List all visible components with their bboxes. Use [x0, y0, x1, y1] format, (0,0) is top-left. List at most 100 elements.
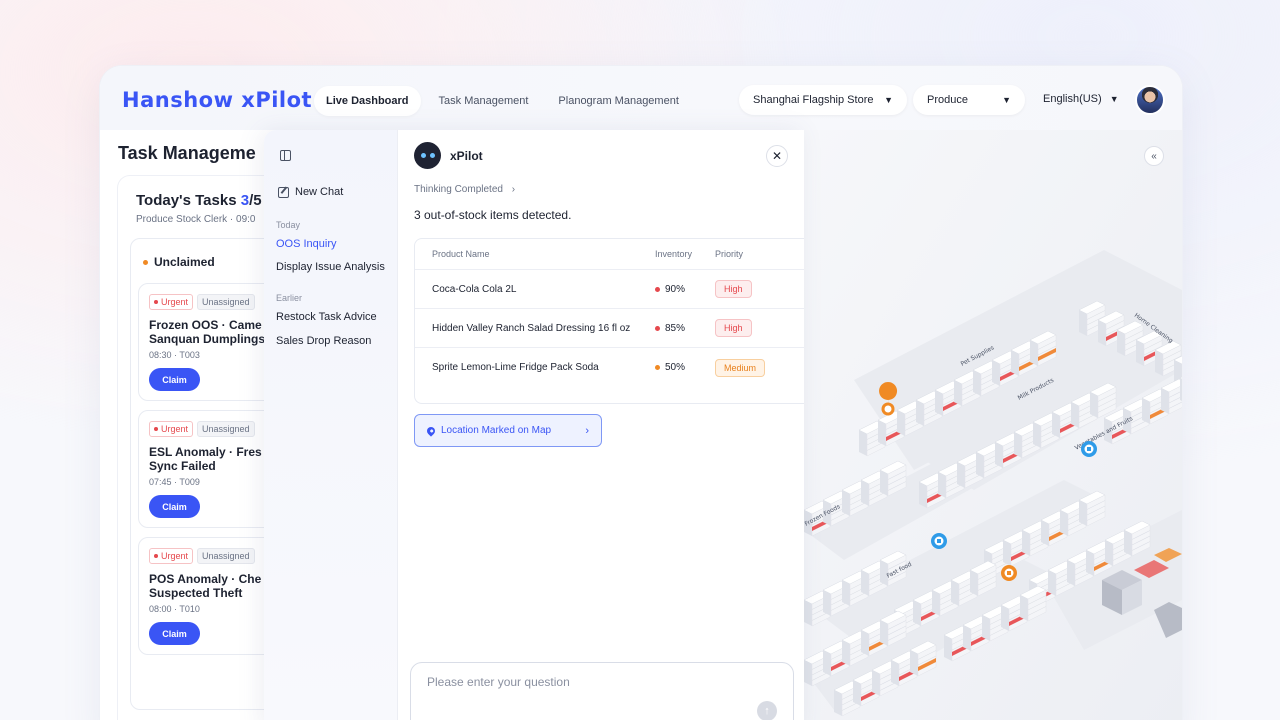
tasks-heading: Today's Tasks 3/5 [136, 192, 262, 209]
shelf-unit [872, 670, 880, 696]
shelf-unit [1086, 550, 1094, 576]
priority-badge: High [715, 319, 752, 337]
edit-icon [278, 186, 289, 198]
shelf-unit [804, 660, 812, 686]
history-group-today: Today [276, 220, 301, 230]
isometric-store-map: Pet Supplies Milk Products Vegetables an… [804, 130, 1182, 720]
shelf-unit [954, 380, 962, 406]
shelf-unit [1180, 378, 1182, 401]
shelf-unit [1136, 340, 1144, 366]
location-button-label: Location Marked on Map [441, 425, 552, 436]
shelf-unit [973, 370, 981, 396]
shelf-unit [859, 430, 867, 456]
tab-live-dashboard[interactable]: Live Dashboard [314, 86, 421, 116]
history-group-earlier: Earlier [276, 293, 303, 303]
question-input[interactable] [427, 675, 747, 689]
brand-logo[interactable]: Hanshow xPilot [122, 88, 312, 112]
thinking-label: Thinking Completed [414, 184, 503, 195]
shelf-unit [1067, 560, 1075, 586]
shelf-unit [1079, 500, 1087, 526]
unassigned-badge: Unassigned [197, 421, 255, 437]
shelf-unit [1014, 432, 1022, 458]
shelf-unit [891, 660, 899, 686]
shelf-unit [1105, 540, 1113, 566]
shelf-unit [878, 420, 886, 446]
table-row[interactable]: Hidden Valley Ranch Salad Dressing 16 fl… [415, 309, 804, 348]
close-icon[interactable]: ✕ [766, 145, 788, 167]
shelf-unit [834, 690, 842, 716]
category-select-value: Produce [927, 94, 968, 106]
shelf-unit [880, 470, 888, 496]
product-name: Coca-Cola Cola 2L [432, 283, 517, 295]
xpilot-chat-panel: New Chat Today OOS Inquiry Display Issue… [264, 130, 804, 720]
inventory-cell: 50% [655, 362, 715, 373]
inventory-cell: 90% [655, 284, 715, 295]
shelf-unit [1090, 392, 1098, 418]
shelf-unit [842, 580, 850, 606]
location-pin-icon[interactable] [1001, 565, 1017, 581]
shelf-unit [861, 570, 869, 596]
shelf-unit [1011, 350, 1019, 376]
shelf-unit [842, 640, 850, 666]
main-nav: Live Dashboard Task Management Planogram… [314, 86, 691, 116]
assistant-message: 3 out-of-stock items detected. [414, 208, 572, 222]
user-avatar[interactable] [1135, 85, 1165, 115]
shelf-unit [938, 472, 946, 498]
chevron-down-icon: ▼ [1109, 94, 1119, 104]
thinking-status[interactable]: Thinking Completed › [414, 184, 515, 195]
product-name: Sprite Lemon-Lime Fridge Pack Soda [432, 362, 599, 373]
history-item-restock-advice[interactable]: Restock Task Advice [276, 311, 377, 323]
shelf-unit [1124, 530, 1132, 556]
claim-button[interactable]: Claim [149, 495, 200, 518]
language-select[interactable]: English(US) ▼ [1043, 93, 1119, 105]
claim-button[interactable]: Claim [149, 622, 200, 645]
tasks-total: /5 [249, 192, 262, 209]
chat-input-box[interactable]: ↑ [410, 662, 794, 720]
location-marked-button[interactable]: Location Marked on Map › [414, 414, 602, 447]
inventory-value: 85% [665, 322, 686, 334]
tab-task-management[interactable]: Task Management [427, 86, 541, 116]
history-item-sales-drop[interactable]: Sales Drop Reason [276, 335, 371, 347]
shelf-unit [957, 462, 965, 488]
header-product-name: Product Name [432, 249, 490, 259]
tasks-subtitle: Produce Stock Clerk · 09:0 [136, 214, 256, 225]
unassigned-badge: Unassigned [197, 548, 255, 564]
shelf-unit [1142, 398, 1150, 424]
top-navigation-bar: Hanshow xPilot Live Dashboard Task Manag… [100, 66, 1182, 130]
new-chat-button[interactable]: New Chat [278, 186, 343, 198]
history-item-oos-inquiry[interactable]: OOS Inquiry [276, 238, 337, 250]
tab-planogram-management[interactable]: Planogram Management [546, 86, 690, 116]
store-map[interactable]: Pet Supplies Milk Products Vegetables an… [804, 130, 1182, 720]
location-pin-icon[interactable] [1081, 441, 1097, 457]
shelf-unit [823, 650, 831, 676]
chevron-down-icon: ▼ [884, 95, 893, 105]
location-pin-icon[interactable] [931, 533, 947, 549]
category-select[interactable]: Produce ▼ [913, 85, 1025, 115]
shelf-unit [1001, 605, 1009, 631]
shelf-unit [919, 482, 927, 508]
shelf-unit [1060, 510, 1068, 536]
shelf-unit [853, 680, 861, 706]
priority-cell: High [715, 280, 795, 298]
chevron-right-icon: › [585, 424, 589, 437]
shelf-unit [995, 442, 1003, 468]
priority-badge: High [715, 280, 752, 298]
history-item-display-issue[interactable]: Display Issue Analysis [276, 261, 385, 273]
shelf-unit [1161, 388, 1169, 414]
chevron-down-icon: ▼ [1002, 95, 1011, 105]
sidebar-toggle-icon[interactable] [280, 150, 291, 161]
new-chat-label: New Chat [295, 186, 344, 198]
bot-name: xPilot [450, 149, 483, 163]
table-header: Product Name Inventory Priority [415, 239, 804, 270]
shelf-unit [1117, 330, 1125, 356]
shelf-unit [944, 635, 952, 661]
send-arrow-icon[interactable]: ↑ [757, 701, 777, 720]
table-row[interactable]: Sprite Lemon-Lime Fridge Pack Soda 50% M… [415, 348, 804, 387]
store-select[interactable]: Shanghai Flagship Store ▼ [739, 85, 907, 115]
shelf-unit [1022, 530, 1030, 556]
shelf-unit [992, 360, 1000, 386]
collapse-panel-icon[interactable]: « [1144, 146, 1164, 166]
claim-button[interactable]: Claim [149, 368, 200, 391]
table-row[interactable]: Coca-Cola Cola 2L 90% High [415, 270, 804, 309]
inventory-cell: 85% [655, 323, 715, 334]
